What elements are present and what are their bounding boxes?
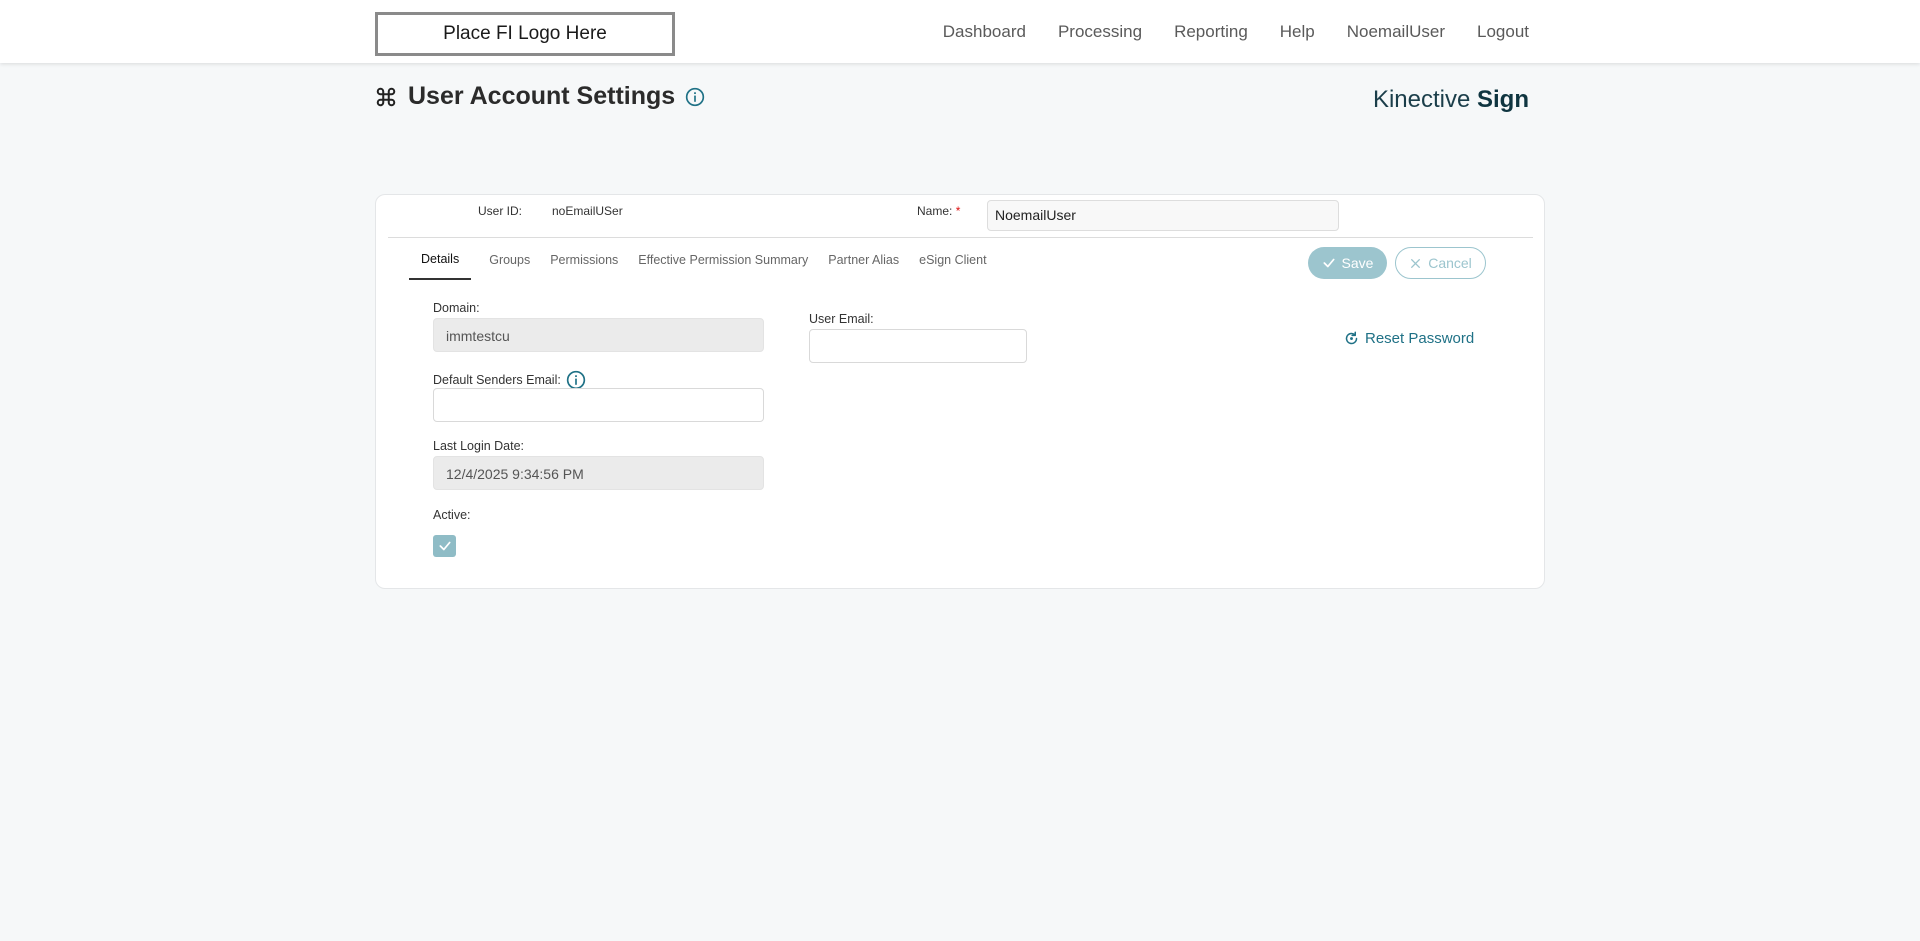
close-icon — [1411, 258, 1421, 268]
save-button[interactable]: Save — [1308, 247, 1387, 279]
kinective-sign-logo: Kinective Sign — [1373, 86, 1529, 114]
fi-logo-placeholder[interactable]: Place FI Logo Here — [375, 12, 675, 56]
reset-icon — [1345, 331, 1358, 345]
nav-user-menu[interactable]: NoemailUser — [1347, 22, 1445, 42]
page-title-row: User Account Settings — [375, 82, 705, 111]
main-nav: Dashboard Processing Reporting Help Noem… — [911, 0, 1529, 63]
brand-bold: Sign — [1477, 86, 1529, 113]
cancel-button[interactable]: Cancel — [1395, 247, 1486, 279]
user-id-label: User ID: — [478, 204, 523, 218]
tab-groups[interactable]: Groups — [481, 239, 538, 280]
reset-password-label: Reset Password — [1365, 330, 1475, 347]
default-senders-email-label-row: Default Senders Email: — [433, 370, 586, 390]
active-checkbox[interactable] — [433, 535, 456, 557]
tab-partner-alias[interactable]: Partner Alias — [820, 239, 907, 280]
cancel-label: Cancel — [1428, 255, 1472, 271]
header-divider — [388, 237, 1533, 238]
info-icon[interactable] — [566, 370, 586, 390]
user-settings-card: User ID: noEmailUSer Name: * NoemailUser… — [375, 194, 1545, 589]
user-id-value: noEmailUSer — [552, 204, 623, 218]
tab-effective-permission-summary[interactable]: Effective Permission Summary — [630, 239, 816, 280]
command-icon — [376, 87, 396, 106]
active-label: Active: — [433, 508, 471, 522]
page-title: User Account Settings — [408, 82, 676, 110]
default-senders-email-field[interactable] — [433, 388, 764, 422]
default-senders-email-label: Default Senders Email: — [433, 373, 561, 387]
nav-logout[interactable]: Logout — [1477, 22, 1529, 42]
last-login-date-field: 12/4/2025 9:34:56 PM — [433, 456, 764, 490]
user-email-label: User Email: — [809, 312, 874, 326]
top-navigation-bar: Place FI Logo Here Dashboard Processing … — [0, 0, 1920, 63]
user-email-field[interactable] — [809, 329, 1027, 363]
nav-processing[interactable]: Processing — [1058, 22, 1142, 42]
domain-label: Domain: — [433, 301, 480, 315]
check-icon — [438, 541, 451, 551]
tab-details[interactable]: Details — [409, 239, 472, 280]
name-label-text: Name: — [917, 204, 953, 218]
domain-field: immtestcu — [433, 318, 764, 352]
nav-dashboard[interactable]: Dashboard — [943, 22, 1026, 42]
reset-password-link[interactable]: Reset Password — [1344, 330, 1474, 347]
name-label: Name: * — [917, 204, 960, 218]
settings-tabs: Details Groups Permissions Effective Per… — [409, 239, 999, 280]
save-label: Save — [1341, 255, 1374, 271]
last-login-date-label: Last Login Date: — [433, 439, 525, 453]
tab-permissions[interactable]: Permissions — [542, 239, 626, 280]
brand-light: Kinective — [1372, 86, 1471, 113]
name-input[interactable]: NoemailUser — [987, 200, 1339, 231]
required-marker: * — [955, 204, 961, 218]
check-icon — [1322, 258, 1335, 268]
info-icon[interactable] — [685, 87, 705, 107]
nav-help[interactable]: Help — [1280, 22, 1315, 42]
nav-reporting[interactable]: Reporting — [1174, 22, 1248, 42]
tab-esign-client[interactable]: eSign Client — [911, 239, 994, 280]
